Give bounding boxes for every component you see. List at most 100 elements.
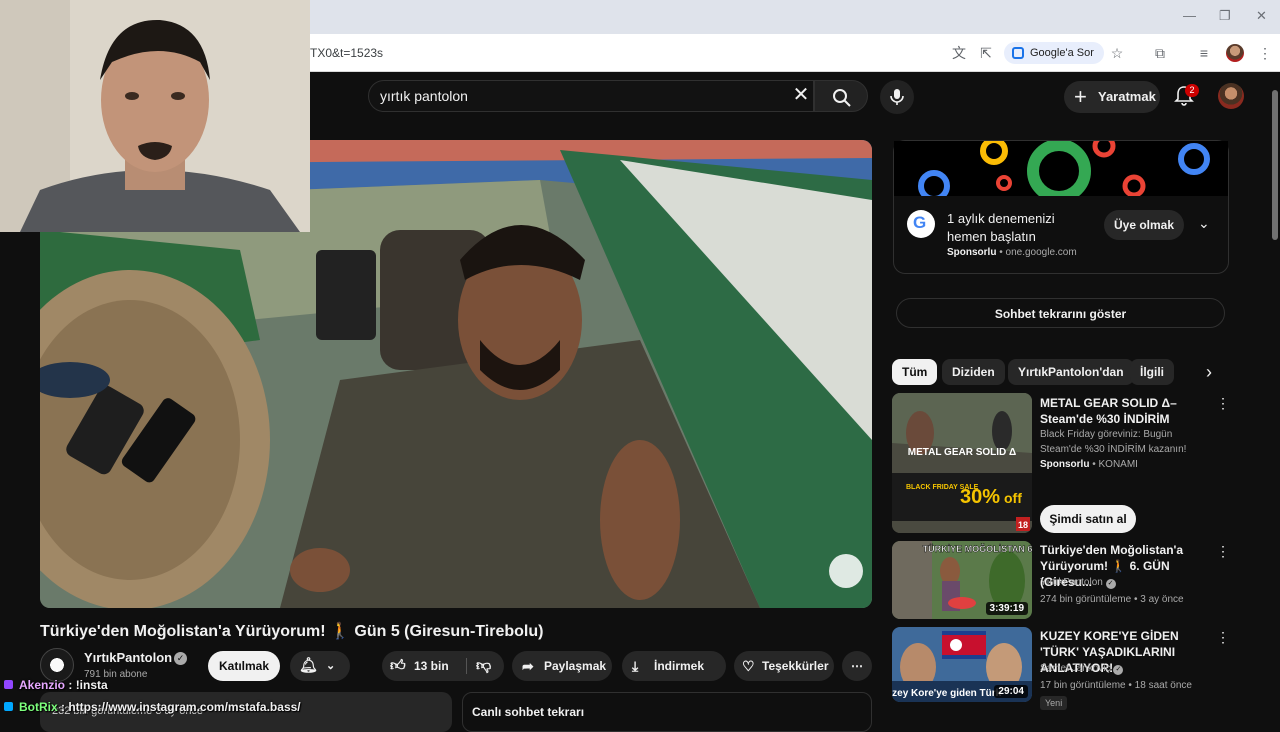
metal-gear-thumbnail-image: METAL GEAR SOLID Δ BLACK FRIDAY SALE 30%… [892, 393, 1032, 533]
video-title: Türkiye'den Moğolistan'a Yürüyorum! 🚶 Gü… [40, 623, 544, 640]
create-label: Yaratmak [1098, 89, 1156, 104]
verified-check-icon: ✓ [1113, 665, 1124, 675]
search-icon [833, 89, 851, 107]
channel-watermark-icon[interactable] [829, 554, 863, 588]
rec-thumbnail[interactable]: Kuzey Kore'ye giden Türk 29:04 [892, 627, 1032, 702]
thumb-title: METAL GEAR SOLID Δ [908, 447, 1017, 458]
lens-icon [1012, 47, 1024, 59]
streamer-camera-image [0, 0, 310, 232]
channel-name[interactable]: Samet Jankoviç [1040, 663, 1111, 674]
share-arrow-icon: ➦ [522, 658, 534, 674]
clear-search-icon[interactable]: ✕ [790, 84, 812, 106]
rec-thumbnail[interactable]: METAL GEAR SOLID Δ BLACK FRIDAY SALE 30%… [892, 393, 1032, 533]
download-button[interactable]: ⤓ İndirmek [622, 651, 726, 681]
notification-count-badge: 2 [1185, 84, 1199, 97]
new-badge: Yeni [1040, 696, 1068, 710]
age-rating-badge: 18 [1018, 520, 1028, 530]
chat-badge-icon [4, 702, 13, 711]
media-control-icon[interactable]: ≡ [1195, 44, 1213, 62]
rec-title[interactable]: METAL GEAR SOLID Δ– Steam'de %30 İNDİRİM [1040, 395, 1210, 427]
thanks-button[interactable]: ♡ Teşekkürler [734, 651, 834, 681]
webcam-overlay [0, 0, 310, 232]
ad-domain: one.google.com [1005, 247, 1077, 258]
chat-text: https://www.instagram.com/mstafa.bass/ [68, 700, 301, 714]
extensions-icon[interactable]: ⧉ [1151, 44, 1169, 62]
rec-meta: 17 bin görüntüleme • 18 saat önce [1040, 680, 1192, 691]
chat-user: Akenzio [19, 678, 66, 692]
search-query[interactable]: yırtık pantolon [380, 88, 468, 104]
ask-google-button[interactable]: Google'a Sor [1004, 42, 1104, 64]
chat-badge-icon [4, 680, 13, 689]
ad-banner-image [894, 141, 1228, 196]
stream-chat-message: Akenzio : !insta [4, 678, 108, 692]
close-window-icon[interactable]: ✕ [1256, 8, 1267, 24]
ad-subscribe-button[interactable]: Üye olmak [1104, 210, 1184, 240]
chevron-down-icon[interactable]: ⌄ [1198, 215, 1210, 232]
bell-icon: 🔔︎ [299, 657, 319, 674]
verified-check-icon: ✓ [174, 652, 187, 665]
ad-sponsor-line: Sponsorlu • one.google.com [947, 247, 1077, 258]
rec-description: Steam'de %30 İNDİRİM kazanın! [1040, 444, 1187, 455]
more-actions-icon[interactable]: ⋯ [842, 651, 872, 681]
install-app-icon[interactable]: ⇱ [977, 44, 995, 62]
share-button[interactable]: ➦ Paylaşmak [512, 651, 612, 681]
chip-related[interactable]: İlgili [1130, 359, 1174, 385]
buy-now-button[interactable]: Şimdi satın al [1040, 505, 1136, 533]
thumb-percent: 30% [960, 486, 1000, 508]
create-button[interactable]: + Yaratmak [1064, 81, 1160, 113]
minimize-icon[interactable]: — [1183, 8, 1196, 23]
video-duration: 3:39:19 [985, 602, 1028, 615]
thumbs-up-icon[interactable]: 👍︎ [390, 651, 406, 681]
chevron-right-icon[interactable]: › [1198, 361, 1220, 383]
more-options-icon[interactable]: ⋮ [1216, 396, 1230, 410]
rec-meta: 274 bin görüntüleme • 3 ay önce [1040, 594, 1184, 605]
maximize-icon[interactable]: ❐ [1219, 8, 1231, 24]
account-avatar[interactable] [1218, 83, 1244, 109]
url-field[interactable]: TX0&t=1523s [310, 46, 383, 60]
ask-google-label: Google'a Sor [1030, 47, 1094, 59]
join-button[interactable]: Katılmak [208, 651, 280, 681]
bookmark-star-icon[interactable]: ☆ [1108, 44, 1126, 62]
advertiser-name: KONAMI [1098, 459, 1138, 470]
thumb-overlay-text: TÜRKİYE MOĞOLİSTAN 6. GÜN [923, 543, 1032, 554]
chat-text: !insta [75, 678, 108, 692]
channel-avatar[interactable] [40, 648, 74, 682]
thumbs-down-icon[interactable]: 👎︎ [476, 651, 491, 681]
channel-name[interactable]: YırtıkPantolon [1040, 577, 1103, 588]
chip-all[interactable]: Tüm [892, 359, 938, 385]
subscription-bell-button[interactable]: 🔔︎ ⌄ [290, 651, 350, 681]
chat-replay-label: Canlı sohbet tekrarı [472, 705, 585, 719]
sponsored-label: Sponsorlu [1040, 459, 1090, 470]
search-button[interactable] [814, 80, 868, 112]
download-icon: ⤓ [632, 658, 639, 674]
voice-search-button[interactable] [880, 80, 914, 114]
microphone-icon [890, 89, 904, 105]
sponsored-label: Sponsorlu [947, 247, 997, 258]
ad-headline[interactable]: 1 aylık denemenizi hemen başlatın [947, 210, 1097, 246]
rec-thumbnail[interactable]: TÜRKİYE MOĞOLİSTAN 6. GÜN 3:39:19 [892, 541, 1032, 619]
stream-chat-message: BotRix : https://www.instagram.com/mstaf… [4, 700, 301, 714]
verified-check-icon: ✓ [1105, 579, 1116, 589]
thumb-off: off [1004, 490, 1022, 506]
browser-menu-icon[interactable]: ⋮ [1256, 44, 1274, 62]
plus-icon: + [1074, 84, 1087, 109]
channel-name[interactable]: YırtıkPantolon [84, 650, 172, 665]
share-label: Paylaşmak [544, 659, 607, 673]
google-logo-pattern [894, 141, 1228, 196]
video-duration: 29:04 [994, 685, 1028, 698]
browser-profile-avatar[interactable] [1226, 44, 1244, 62]
chip-channel[interactable]: YırtıkPantolon'dan [1008, 359, 1134, 385]
translate-icon[interactable]: 文 [950, 44, 968, 62]
download-label: İndirmek [654, 659, 705, 673]
thanks-heart-icon: ♡ [742, 658, 755, 674]
more-options-icon[interactable]: ⋮ [1216, 544, 1230, 558]
chat-user: BotRix [19, 700, 58, 714]
like-count[interactable]: 13 bin [414, 651, 449, 681]
like-dislike-group: 👍︎ 13 bin 👎︎ [382, 651, 504, 681]
chip-series[interactable]: Diziden [942, 359, 1005, 385]
rec-sponsor-line: Sponsorlu • KONAMI [1040, 459, 1138, 470]
show-chat-replay-button[interactable]: Sohbet tekrarını göster [896, 298, 1225, 328]
rec-channel: YırtıkPantolon ✓ [1040, 575, 1116, 591]
more-options-icon[interactable]: ⋮ [1216, 630, 1230, 644]
page-scrollbar[interactable] [1272, 90, 1278, 240]
